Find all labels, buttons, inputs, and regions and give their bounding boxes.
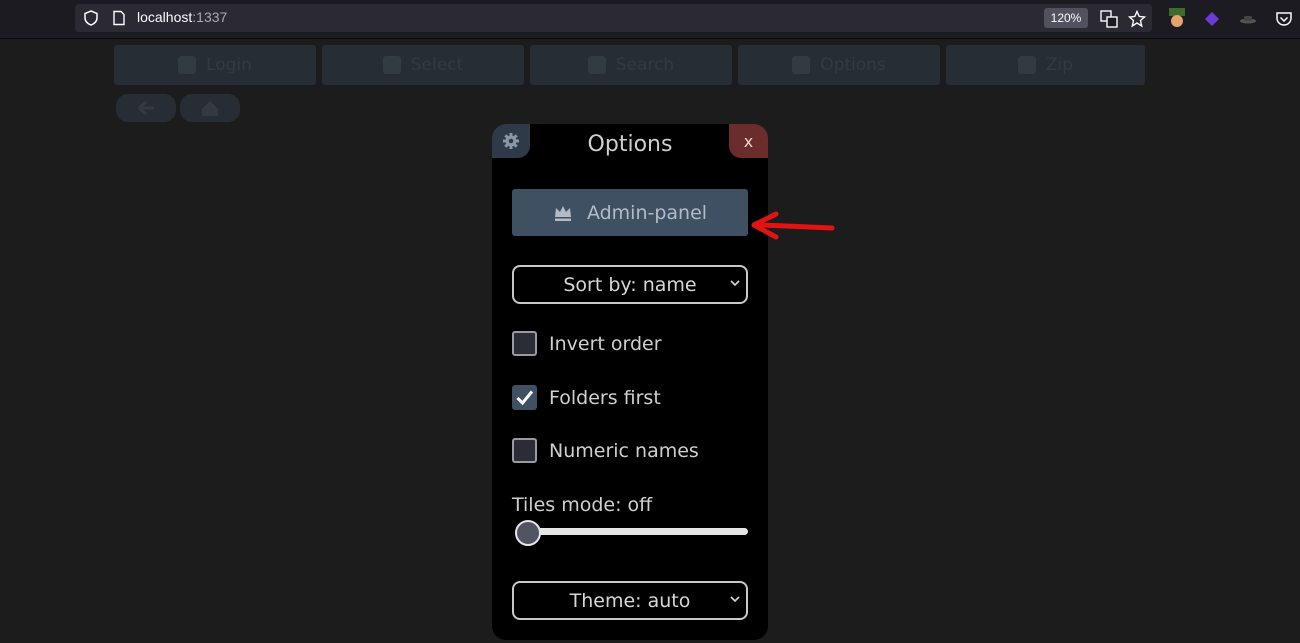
checkmark-icon	[516, 390, 534, 406]
translate-icon[interactable]	[1100, 10, 1118, 28]
zoom-level[interactable]: 120%	[1044, 8, 1088, 28]
tiles-mode-slider[interactable]	[518, 528, 748, 535]
admin-panel-button[interactable]: Admin-panel	[512, 189, 748, 236]
url-host: localhost	[137, 9, 193, 25]
modal-title: Options	[587, 132, 673, 157]
folders-first-option[interactable]: Folders first	[512, 385, 661, 410]
shield-icon[interactable]	[83, 10, 99, 26]
proxy-extension-icon[interactable]	[1203, 10, 1221, 28]
invert-order-option[interactable]: Invert order	[512, 331, 662, 356]
bookmark-star-icon[interactable]	[1128, 10, 1146, 28]
numeric-names-label: Numeric names	[549, 439, 699, 462]
burp-extension-icon[interactable]	[1167, 8, 1187, 28]
pocket-icon[interactable]	[1275, 10, 1293, 28]
crown-icon	[554, 205, 571, 221]
chevron-down-icon	[730, 596, 740, 603]
admin-panel-label: Admin-panel	[586, 201, 708, 224]
sort-select-value: Sort by: name	[563, 273, 697, 296]
folders-first-checkbox[interactable]	[512, 385, 537, 410]
numeric-names-option[interactable]: Numeric names	[512, 438, 699, 463]
invert-order-checkbox[interactable]	[512, 331, 537, 356]
tiles-mode-label: Tiles mode: off	[512, 494, 653, 516]
annotation-arrow-icon	[751, 211, 835, 240]
url-text[interactable]: localhost:1337	[137, 9, 227, 25]
tiles-mode-slider-handle[interactable]	[515, 520, 541, 546]
chevron-down-icon	[730, 280, 740, 287]
invert-order-label: Invert order	[549, 332, 662, 355]
page-icon[interactable]	[111, 10, 127, 26]
hat-extension-icon[interactable]	[1239, 10, 1257, 28]
url-port: :1337	[192, 9, 228, 25]
folders-first-label: Folders first	[549, 386, 661, 409]
address-bar[interactable]: localhost:1337 120%	[75, 4, 1152, 32]
options-modal: x Options Admin-panel Sort by: name Inve…	[492, 124, 768, 640]
theme-select-value: Theme: auto	[569, 589, 691, 612]
numeric-names-checkbox[interactable]	[512, 438, 537, 463]
browser-toolbar: localhost:1337 120%	[0, 0, 1300, 39]
theme-select[interactable]: Theme: auto	[512, 581, 748, 620]
sort-select[interactable]: Sort by: name	[512, 265, 748, 304]
